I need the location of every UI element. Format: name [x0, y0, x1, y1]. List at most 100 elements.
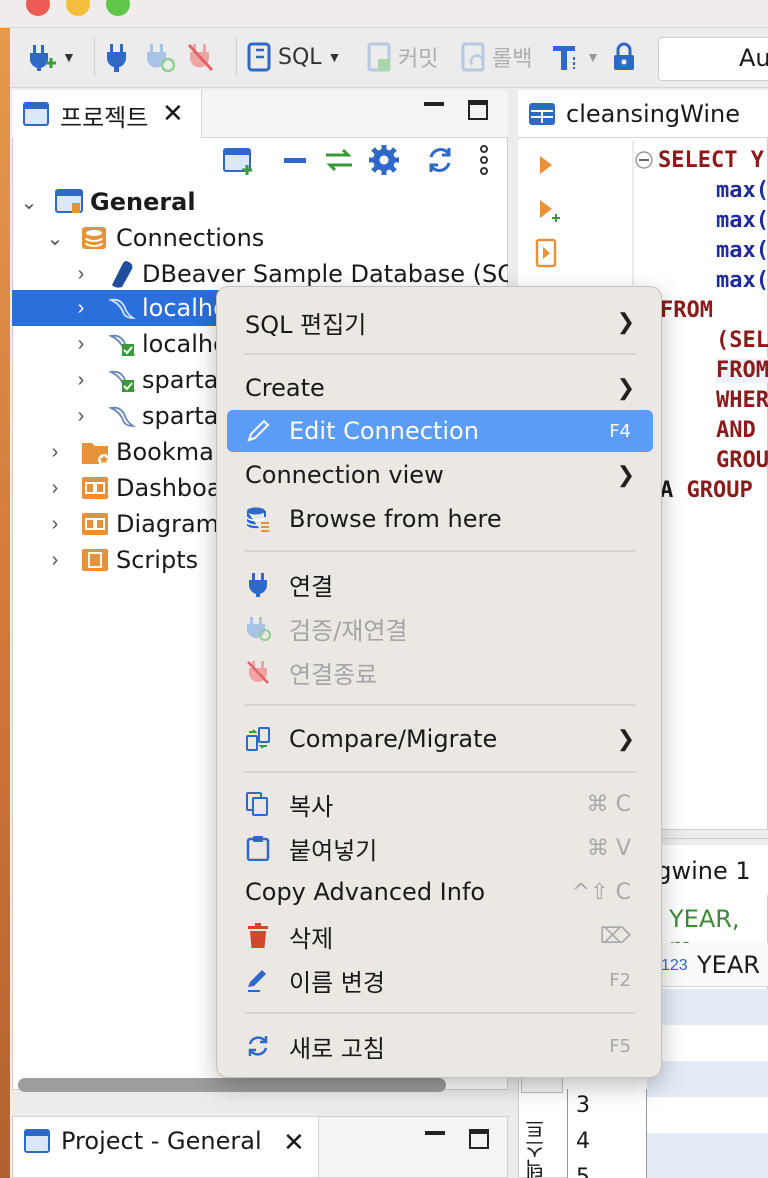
tab-cleansingwine[interactable]: cleansingWine [518, 90, 768, 138]
tab-project-general[interactable]: Project - General ✕ [13, 1117, 319, 1177]
maximize-panel-icon[interactable] [468, 100, 488, 120]
disconnect-icon [247, 661, 269, 684]
menu-item-label: 복사 [289, 792, 334, 821]
lock-button[interactable] [610, 40, 638, 74]
maximize-panel-icon[interactable] [469, 1129, 489, 1149]
menu-item-label: Connection view [245, 461, 444, 489]
horizontal-scrollbar[interactable] [18, 1078, 446, 1092]
code-line: WHER [716, 388, 768, 413]
row-number-column: 3 4 5 [567, 1089, 647, 1178]
lock-icon [614, 42, 634, 70]
code-line: max( [716, 208, 768, 233]
menu-item-connect[interactable]: 연결 [227, 563, 653, 605]
chevron-right-icon[interactable]: › [66, 369, 96, 392]
menu-item-rename[interactable]: 이름 변경 F2 [227, 959, 653, 1001]
close-tab-icon[interactable]: ✕ [283, 1127, 305, 1158]
tree-item-general[interactable]: ⌄ General [12, 184, 508, 220]
mysql-icon [108, 298, 136, 319]
table-row[interactable] [647, 1133, 768, 1178]
project-panel-header: 프로젝트 ✕ [12, 90, 508, 138]
menu-item-edit-connection[interactable]: Edit Connection F4 [227, 410, 653, 452]
menu-separator [245, 771, 635, 773]
menu-item-shortcut: F5 [609, 1035, 631, 1057]
table-row[interactable] [647, 1025, 768, 1061]
dropdown-arrow-icon: ▼ [62, 49, 76, 65]
disconnect-button[interactable] [186, 40, 216, 74]
commit-button[interactable]: 커밋 [366, 40, 438, 74]
context-menu: SQL 편집기 ❯ Create ❯ Edit Connection F4 Co… [216, 286, 662, 1078]
tab-project-label: 프로젝트 [60, 104, 149, 132]
rollback-button[interactable]: 롤백 [460, 40, 532, 74]
execute-script-icon[interactable] [534, 238, 560, 268]
compare-migrate-icon [246, 727, 270, 751]
menu-item-disconnect[interactable]: 연결종료 [227, 651, 653, 693]
zoom-window-button[interactable] [106, 0, 130, 16]
tree-item-label: sparta [142, 366, 219, 394]
collapse-all-icon[interactable] [282, 152, 308, 170]
menu-item-sql-editor[interactable]: SQL 편집기 ❯ [227, 301, 653, 343]
close-window-button[interactable] [26, 0, 50, 16]
minimize-panel-icon[interactable] [425, 1131, 445, 1135]
execute-in-new-tab-icon[interactable] [538, 198, 562, 224]
chevron-right-icon[interactable]: › [66, 263, 96, 286]
menu-item-copy-advanced-info[interactable]: Copy Advanced Info ^⇧ C [227, 871, 653, 913]
more-options-icon[interactable] [474, 144, 494, 176]
new-project-icon[interactable] [222, 146, 256, 178]
text-view-tab[interactable]: 텍스트 [521, 1109, 563, 1178]
minimize-window-button[interactable] [66, 0, 90, 16]
menu-item-delete[interactable]: 삭제 ⌦ [227, 915, 653, 957]
code-line: A GROUP [660, 478, 766, 503]
table-row[interactable] [647, 989, 768, 1025]
execute-statement-icon[interactable] [538, 154, 554, 176]
chevron-right-icon[interactable]: › [66, 405, 96, 428]
scripts-folder-icon [82, 549, 108, 571]
transaction-mode-button[interactable]: ▼ [550, 40, 600, 74]
tree-item-connections[interactable]: ⌄ Connections [12, 220, 508, 256]
submenu-arrow-icon: ❯ [616, 309, 635, 334]
gear-icon[interactable] [368, 144, 400, 176]
fold-collapse-icon[interactable] [634, 150, 654, 170]
project-icon [55, 189, 83, 213]
chevron-right-icon[interactable]: › [66, 333, 96, 356]
menu-item-label: 연결 [289, 572, 334, 601]
menu-item-shortcut: F2 [609, 969, 631, 991]
link-with-editor-icon[interactable] [322, 146, 356, 174]
menu-item-reconnect[interactable]: 검증/재연결 [227, 607, 653, 649]
reconnect-button[interactable] [144, 40, 176, 74]
chevron-down-icon[interactable]: ⌄ [14, 190, 44, 215]
refresh-icon [248, 1036, 268, 1056]
chevron-right-icon[interactable]: › [40, 441, 70, 464]
mysql-icon [108, 406, 136, 427]
mysql-connected-icon [108, 370, 136, 392]
minimize-panel-icon[interactable] [424, 102, 444, 106]
menu-item-create[interactable]: Create ❯ [227, 367, 653, 409]
menu-item-connection-view[interactable]: Connection view ❯ [227, 454, 653, 496]
refresh-icon[interactable] [424, 144, 456, 176]
chevron-right-icon[interactable]: › [40, 477, 70, 500]
rename-pencil-icon [248, 970, 266, 992]
tab-project[interactable]: 프로젝트 ✕ [12, 90, 202, 138]
sql-editor-button[interactable]: SQL ▼ [246, 40, 341, 74]
menu-item-label: 연결종료 [289, 660, 378, 689]
chevron-right-icon[interactable]: › [40, 513, 70, 536]
auto-commit-select[interactable]: Auto [658, 37, 768, 81]
copy-icon [246, 792, 268, 816]
menu-item-label: 붙여넣기 [289, 836, 378, 865]
connect-button[interactable] [104, 40, 130, 74]
menu-item-refresh[interactable]: 새로 고침 F5 [227, 1025, 653, 1067]
code-line: FROM [716, 358, 768, 383]
chevron-right-icon[interactable]: › [66, 297, 96, 320]
chevron-right-icon[interactable]: › [40, 549, 70, 572]
menu-item-paste[interactable]: 붙여넣기 ⌘ V [227, 827, 653, 869]
database-browse-icon [246, 507, 269, 532]
menu-item-browse-from-here[interactable]: Browse from here [227, 498, 653, 540]
close-tab-icon[interactable]: ✕ [162, 98, 184, 129]
menu-item-copy[interactable]: 복사 ⌘ C [227, 783, 653, 825]
menu-item-shortcut: ⌘ V [586, 835, 631, 861]
new-connection-button[interactable]: ▼ [26, 40, 76, 74]
chevron-down-icon[interactable]: ⌄ [40, 226, 70, 251]
code-line: FROM [660, 298, 713, 323]
table-row[interactable] [647, 1097, 768, 1133]
menu-item-compare-migrate[interactable]: Compare/Migrate ❯ [227, 718, 653, 760]
table-row[interactable] [647, 1061, 768, 1097]
